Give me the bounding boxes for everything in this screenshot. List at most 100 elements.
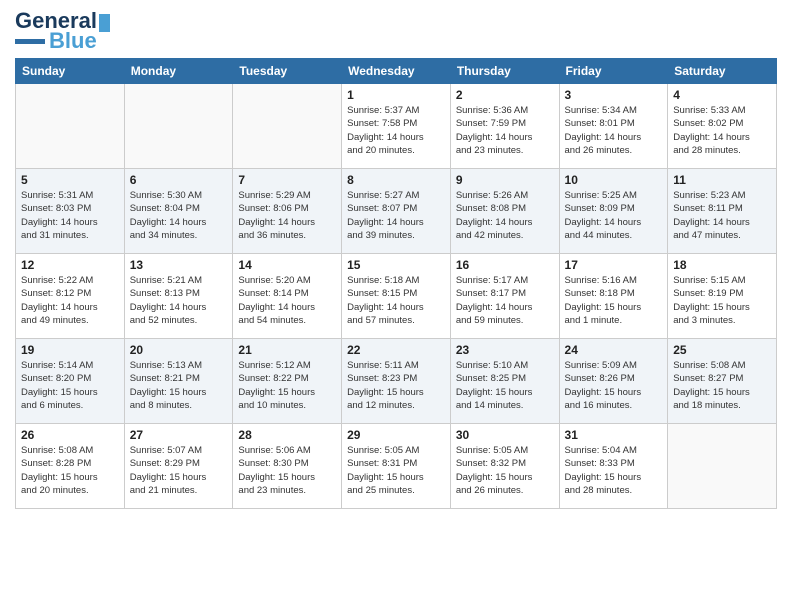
calendar-cell: 11 Sunrise: 5:23 AM Sunset: 8:11 PM Dayli… [668, 169, 777, 254]
calendar-cell: 7 Sunrise: 5:29 AM Sunset: 8:06 PM Daylig… [233, 169, 342, 254]
calendar-cell: 15Sunrise: 5:18 AM Sunset: 8:15 PM Dayli… [342, 254, 451, 339]
day-number: 10 [565, 173, 663, 187]
day-info: Sunrise: 5:14 AM Sunset: 8:20 PM Dayligh… [21, 359, 119, 412]
day-info: Sunrise: 5:34 AM Sunset: 8:01 PM Dayligh… [565, 104, 663, 157]
calendar-cell [668, 424, 777, 509]
day-number: 8 [347, 173, 445, 187]
day-info: Sunrise: 5:07 AM Sunset: 8:29 PM Dayligh… [130, 444, 228, 497]
day-number: 13 [130, 258, 228, 272]
day-info: Sunrise: 5:10 AM Sunset: 8:25 PM Dayligh… [456, 359, 554, 412]
day-number: 7 [238, 173, 336, 187]
day-info: Sunrise: 5:16 AM Sunset: 8:18 PM Dayligh… [565, 274, 663, 327]
day-number: 15 [347, 258, 445, 272]
calendar-cell: 1 Sunrise: 5:37 AM Sunset: 7:58 PM Daylig… [342, 84, 451, 169]
calendar-cell: 10 Sunrise: 5:25 AM Sunset: 8:09 PM Dayli… [559, 169, 668, 254]
calendar-table: SundayMondayTuesdayWednesdayThursdayFrid… [15, 58, 777, 509]
day-info: Sunrise: 5:08 AM Sunset: 8:27 PM Dayligh… [673, 359, 771, 412]
weekday-monday: Monday [124, 59, 233, 84]
day-number: 26 [21, 428, 119, 442]
weekday-sunday: Sunday [16, 59, 125, 84]
day-number: 19 [21, 343, 119, 357]
calendar-cell: 17Sunrise: 5:16 AM Sunset: 8:18 PM Dayli… [559, 254, 668, 339]
calendar-cell: 2 Sunrise: 5:36 AM Sunset: 7:59 PM Daylig… [450, 84, 559, 169]
day-info: Sunrise: 5:29 AM Sunset: 8:06 PM Dayligh… [238, 189, 336, 242]
day-number: 16 [456, 258, 554, 272]
calendar-cell: 14Sunrise: 5:20 AM Sunset: 8:14 PM Dayli… [233, 254, 342, 339]
day-info: Sunrise: 5:27 AM Sunset: 8:07 PM Dayligh… [347, 189, 445, 242]
day-info: Sunrise: 5:25 AM Sunset: 8:09 PM Dayligh… [565, 189, 663, 242]
header: General Blue [15, 10, 777, 52]
day-number: 2 [456, 88, 554, 102]
day-number: 23 [456, 343, 554, 357]
day-info: Sunrise: 5:12 AM Sunset: 8:22 PM Dayligh… [238, 359, 336, 412]
day-number: 4 [673, 88, 771, 102]
calendar-cell: 9 Sunrise: 5:26 AM Sunset: 8:08 PM Daylig… [450, 169, 559, 254]
calendar-cell: 29 Sunrise: 5:05 AM Sunset: 8:31 PM Dayli… [342, 424, 451, 509]
day-info: Sunrise: 5:31 AM Sunset: 8:03 PM Dayligh… [21, 189, 119, 242]
day-number: 31 [565, 428, 663, 442]
calendar-cell: 3 Sunrise: 5:34 AM Sunset: 8:01 PM Daylig… [559, 84, 668, 169]
calendar-cell: 26 Sunrise: 5:08 AM Sunset: 8:28 PM Dayli… [16, 424, 125, 509]
day-info: Sunrise: 5:23 AM Sunset: 8:11 PM Dayligh… [673, 189, 771, 242]
day-number: 5 [21, 173, 119, 187]
calendar-week-1: 1 Sunrise: 5:37 AM Sunset: 7:58 PM Daylig… [16, 84, 777, 169]
calendar-cell: 27Sunrise: 5:07 AM Sunset: 8:29 PM Dayli… [124, 424, 233, 509]
day-number: 14 [238, 258, 336, 272]
day-info: Sunrise: 5:13 AM Sunset: 8:21 PM Dayligh… [130, 359, 228, 412]
day-number: 30 [456, 428, 554, 442]
day-number: 28 [238, 428, 336, 442]
calendar-cell: 28 Sunrise: 5:06 AM Sunset: 8:30 PM Dayli… [233, 424, 342, 509]
calendar-cell: 16 Sunrise: 5:17 AM Sunset: 8:17 PM Dayli… [450, 254, 559, 339]
logo: General Blue [15, 10, 110, 52]
calendar-cell [16, 84, 125, 169]
calendar-week-3: 12Sunrise: 5:22 AM Sunset: 8:12 PM Dayli… [16, 254, 777, 339]
logo-bottom-row: Blue [15, 30, 97, 52]
day-number: 11 [673, 173, 771, 187]
day-number: 24 [565, 343, 663, 357]
day-info: Sunrise: 5:08 AM Sunset: 8:28 PM Dayligh… [21, 444, 119, 497]
weekday-header-row: SundayMondayTuesdayWednesdayThursdayFrid… [16, 59, 777, 84]
day-number: 18 [673, 258, 771, 272]
calendar-week-4: 19 Sunrise: 5:14 AM Sunset: 8:20 PM Dayli… [16, 339, 777, 424]
calendar-cell: 23 Sunrise: 5:10 AM Sunset: 8:25 PM Dayli… [450, 339, 559, 424]
calendar-body: 1 Sunrise: 5:37 AM Sunset: 7:58 PM Daylig… [16, 84, 777, 509]
day-info: Sunrise: 5:26 AM Sunset: 8:08 PM Dayligh… [456, 189, 554, 242]
day-number: 21 [238, 343, 336, 357]
weekday-tuesday: Tuesday [233, 59, 342, 84]
calendar-cell: 8 Sunrise: 5:27 AM Sunset: 8:07 PM Daylig… [342, 169, 451, 254]
day-number: 9 [456, 173, 554, 187]
weekday-saturday: Saturday [668, 59, 777, 84]
calendar-cell: 22Sunrise: 5:11 AM Sunset: 8:23 PM Dayli… [342, 339, 451, 424]
calendar-cell: 13Sunrise: 5:21 AM Sunset: 8:13 PM Dayli… [124, 254, 233, 339]
calendar-cell: 18 Sunrise: 5:15 AM Sunset: 8:19 PM Dayli… [668, 254, 777, 339]
calendar-cell [233, 84, 342, 169]
weekday-friday: Friday [559, 59, 668, 84]
day-info: Sunrise: 5:22 AM Sunset: 8:12 PM Dayligh… [21, 274, 119, 327]
day-number: 1 [347, 88, 445, 102]
day-number: 29 [347, 428, 445, 442]
calendar-cell: 4Sunrise: 5:33 AM Sunset: 8:02 PM Daylig… [668, 84, 777, 169]
day-info: Sunrise: 5:36 AM Sunset: 7:59 PM Dayligh… [456, 104, 554, 157]
day-info: Sunrise: 5:11 AM Sunset: 8:23 PM Dayligh… [347, 359, 445, 412]
day-number: 6 [130, 173, 228, 187]
day-info: Sunrise: 5:30 AM Sunset: 8:04 PM Dayligh… [130, 189, 228, 242]
weekday-thursday: Thursday [450, 59, 559, 84]
calendar-cell: 21 Sunrise: 5:12 AM Sunset: 8:22 PM Dayli… [233, 339, 342, 424]
calendar-cell: 30 Sunrise: 5:05 AM Sunset: 8:32 PM Dayli… [450, 424, 559, 509]
calendar-cell: 25 Sunrise: 5:08 AM Sunset: 8:27 PM Dayli… [668, 339, 777, 424]
day-info: Sunrise: 5:05 AM Sunset: 8:31 PM Dayligh… [347, 444, 445, 497]
logo-triangle-icon [99, 14, 110, 32]
day-info: Sunrise: 5:06 AM Sunset: 8:30 PM Dayligh… [238, 444, 336, 497]
day-info: Sunrise: 5:17 AM Sunset: 8:17 PM Dayligh… [456, 274, 554, 327]
day-number: 25 [673, 343, 771, 357]
day-info: Sunrise: 5:37 AM Sunset: 7:58 PM Dayligh… [347, 104, 445, 157]
day-info: Sunrise: 5:15 AM Sunset: 8:19 PM Dayligh… [673, 274, 771, 327]
logo-bar-icon [15, 39, 45, 44]
calendar-cell: 19 Sunrise: 5:14 AM Sunset: 8:20 PM Dayli… [16, 339, 125, 424]
calendar-cell: 20Sunrise: 5:13 AM Sunset: 8:21 PM Dayli… [124, 339, 233, 424]
calendar-cell: 31Sunrise: 5:04 AM Sunset: 8:33 PM Dayli… [559, 424, 668, 509]
calendar-cell [124, 84, 233, 169]
day-number: 3 [565, 88, 663, 102]
day-info: Sunrise: 5:05 AM Sunset: 8:32 PM Dayligh… [456, 444, 554, 497]
calendar-cell: 6 Sunrise: 5:30 AM Sunset: 8:04 PM Daylig… [124, 169, 233, 254]
